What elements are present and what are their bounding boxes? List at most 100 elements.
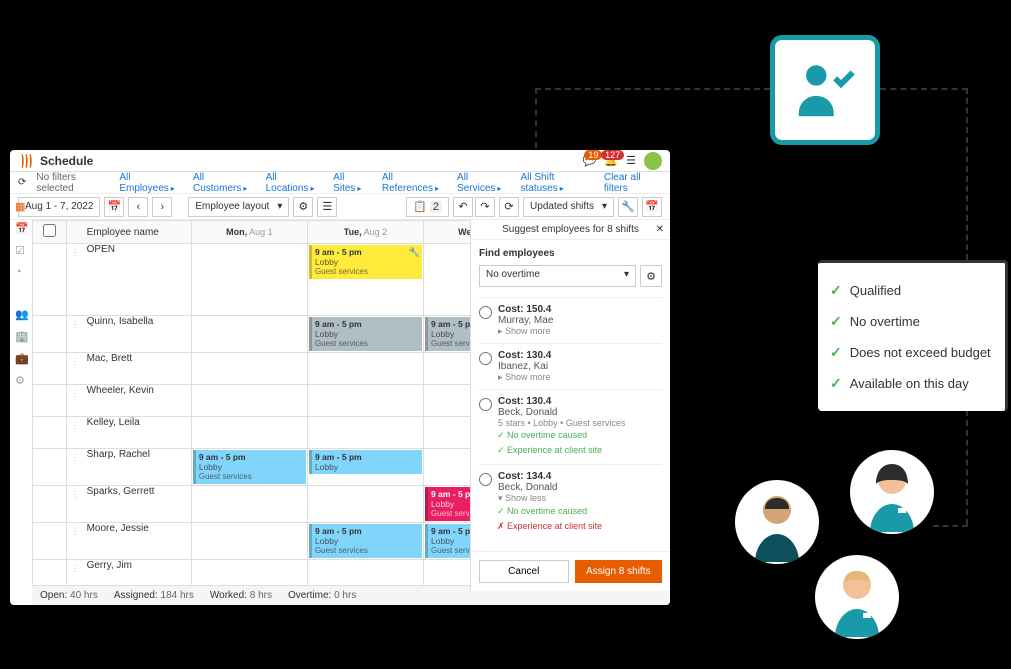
clear-filters-link[interactable]: Clear all filters — [604, 172, 662, 194]
shift-block[interactable]: 9 am - 5 pmLobbyGuest services — [193, 450, 306, 484]
candidate-cost: Cost: 130.4 — [498, 396, 662, 407]
employee-name: Moore, Jessie — [87, 523, 149, 534]
show-more-toggle[interactable]: Show more — [498, 372, 662, 383]
nav-grid-icon[interactable]: ▦ — [15, 200, 29, 214]
redo-button[interactable]: ↷ — [475, 197, 495, 217]
employee-cell[interactable]: ⋮Mac, Brett — [66, 352, 191, 384]
overtime-filter-select[interactable]: No overtime — [479, 265, 636, 287]
day-cell[interactable] — [191, 416, 307, 448]
nav-pie-icon[interactable]: ◔ — [15, 266, 29, 280]
day-cell[interactable]: 9 am - 5 pmLobbyGuest services🔧 — [307, 244, 423, 316]
day-cell[interactable] — [191, 315, 307, 352]
filter-employees[interactable]: All Employees — [119, 172, 183, 194]
candidate-item: Cost: 134.4Beck, DonaldShow lessNo overt… — [479, 464, 662, 540]
shift-block[interactable]: 9 am - 5 pmLobby — [309, 450, 422, 474]
day-cell[interactable] — [191, 352, 307, 384]
filter-statuses[interactable]: All Shift statuses — [521, 172, 594, 194]
select-all-checkbox[interactable] — [43, 224, 56, 237]
filter-locations[interactable]: All Locations — [266, 172, 324, 194]
employee-cell[interactable]: ⋮OPEN — [66, 244, 191, 316]
nav-people-icon[interactable]: 👥 — [15, 308, 29, 322]
shift-block[interactable]: 9 am - 5 pmLobbyGuest services — [309, 524, 422, 558]
criteria-line: Experience at client site — [479, 443, 662, 458]
filter-customers[interactable]: All Customers — [193, 172, 256, 194]
employee-cell[interactable]: ⋮Sharp, Rachel — [66, 448, 191, 485]
employee-name: Sparks, Gerrett — [87, 486, 155, 497]
employee-cell[interactable]: ⋮Wheeler, Kevin — [66, 384, 191, 416]
wrench-button[interactable]: 🔧 — [618, 197, 638, 217]
day-cell[interactable] — [191, 485, 307, 522]
updated-shifts-select[interactable]: Updated shifts — [523, 197, 614, 217]
day-cell[interactable]: 9 am - 5 pmLobbyGuest services — [307, 522, 423, 559]
day-cell[interactable] — [307, 416, 423, 448]
drag-handle[interactable]: ⋮ — [71, 356, 80, 367]
candidate-radio[interactable] — [479, 306, 492, 319]
cancel-button[interactable]: Cancel — [479, 560, 569, 583]
show-more-toggle[interactable]: Show more — [498, 326, 662, 337]
drag-handle[interactable]: ⋮ — [71, 247, 80, 258]
filter-settings-button[interactable]: ⚙ — [640, 265, 662, 287]
nav-gear-icon[interactable]: ⚙ — [15, 374, 29, 388]
nav-check-icon[interactable]: ☑ — [15, 244, 29, 258]
filter-services[interactable]: All Services — [457, 172, 510, 194]
employee-cell[interactable]: ⋮ Moore, Jessie — [66, 522, 191, 559]
filter-sites[interactable]: All Sites — [333, 172, 372, 194]
notification-bell-icon[interactable]: 🔔127 — [604, 154, 618, 167]
drag-handle[interactable]: ⋮ — [71, 420, 80, 431]
nav-org-icon[interactable]: 🏢 — [15, 330, 29, 344]
employee-cell[interactable]: ⋮Quinn, Isabella — [66, 315, 191, 352]
candidate-radio[interactable] — [479, 352, 492, 365]
employee-cell[interactable]: ⋮ Sparks, Gerrett — [66, 485, 191, 522]
day-cell[interactable] — [307, 384, 423, 416]
show-more-toggle[interactable]: Show less — [498, 493, 662, 504]
day-cell[interactable]: 9 am - 5 pmLobbyGuest services — [191, 448, 307, 485]
filter-bar: ⟳ No filters selected All Employees All … — [10, 172, 670, 194]
refresh-button[interactable]: ⟳ — [499, 197, 519, 217]
user-avatar[interactable] — [644, 152, 662, 170]
candidate-cost: Cost: 130.4 — [498, 350, 662, 361]
undo-button[interactable]: ↶ — [453, 197, 473, 217]
suggest-employees-panel: Suggest employees for 8 shifts ✕ Find em… — [470, 220, 670, 591]
day-cell[interactable] — [191, 244, 307, 316]
layout-select[interactable]: Employee layout — [188, 197, 289, 217]
connector-line — [880, 88, 968, 90]
day-cell[interactable] — [307, 352, 423, 384]
day-cell[interactable] — [307, 485, 423, 522]
drag-handle[interactable]: ⋮ — [71, 452, 80, 463]
candidate-item: Cost: 150.4Murray, MaeShow more — [479, 297, 662, 343]
candidate-detail: 5 stars • Lobby • Guest services — [498, 418, 662, 428]
calendar-button[interactable]: 📅 — [104, 197, 124, 217]
assign-shifts-button[interactable]: Assign 8 shifts — [575, 560, 663, 583]
candidate-radio[interactable] — [479, 398, 492, 411]
criteria-qualified: Qualified — [830, 275, 993, 306]
nav-calendar-icon[interactable]: 📅 — [15, 222, 29, 236]
close-panel-button[interactable]: ✕ — [656, 224, 664, 235]
sidebar-nav: ▦ 📅 ☑ ◔ 👥 🏢 💼 ⚙ — [12, 194, 32, 388]
filter-references[interactable]: All References — [382, 172, 447, 194]
drag-handle[interactable]: ⋮ — [71, 489, 80, 500]
clipboard-button[interactable]: 📋 2 — [406, 197, 449, 217]
shift-block[interactable]: 9 am - 5 pmLobbyGuest services🔧 — [309, 245, 422, 279]
calendar2-button[interactable]: 📅 — [642, 197, 662, 217]
day-cell[interactable]: 9 am - 5 pmLobbyGuest services — [307, 315, 423, 352]
settings-button[interactable]: ⚙ — [293, 197, 313, 217]
chat-icon[interactable]: 💬19 — [583, 154, 597, 167]
drag-handle[interactable]: ⋮ — [71, 319, 80, 330]
list-view-button[interactable]: ☰ — [317, 197, 337, 217]
drag-handle[interactable]: ⋮ — [71, 526, 80, 537]
sync-icon[interactable]: ⟳ — [18, 177, 26, 188]
nav-briefcase-icon[interactable]: 💼 — [15, 352, 29, 366]
shift-block[interactable]: 9 am - 5 pmLobbyGuest services — [309, 317, 422, 351]
prev-week-button[interactable]: ‹ — [128, 197, 148, 217]
day-cell[interactable] — [191, 522, 307, 559]
day-cell[interactable]: 9 am - 5 pmLobby — [307, 448, 423, 485]
next-week-button[interactable]: › — [152, 197, 172, 217]
criteria-budget: Does not exceed budget — [830, 337, 993, 368]
drag-handle[interactable]: ⋮ — [71, 388, 80, 399]
employee-cell[interactable]: ⋮Kelley, Leila — [66, 416, 191, 448]
candidate-radio[interactable] — [479, 473, 492, 486]
drag-handle[interactable]: ⋮ — [71, 563, 80, 574]
criteria-no-overtime: No overtime — [830, 306, 993, 337]
menu-lines-icon[interactable]: ☰ — [626, 154, 636, 167]
day-cell[interactable] — [191, 384, 307, 416]
